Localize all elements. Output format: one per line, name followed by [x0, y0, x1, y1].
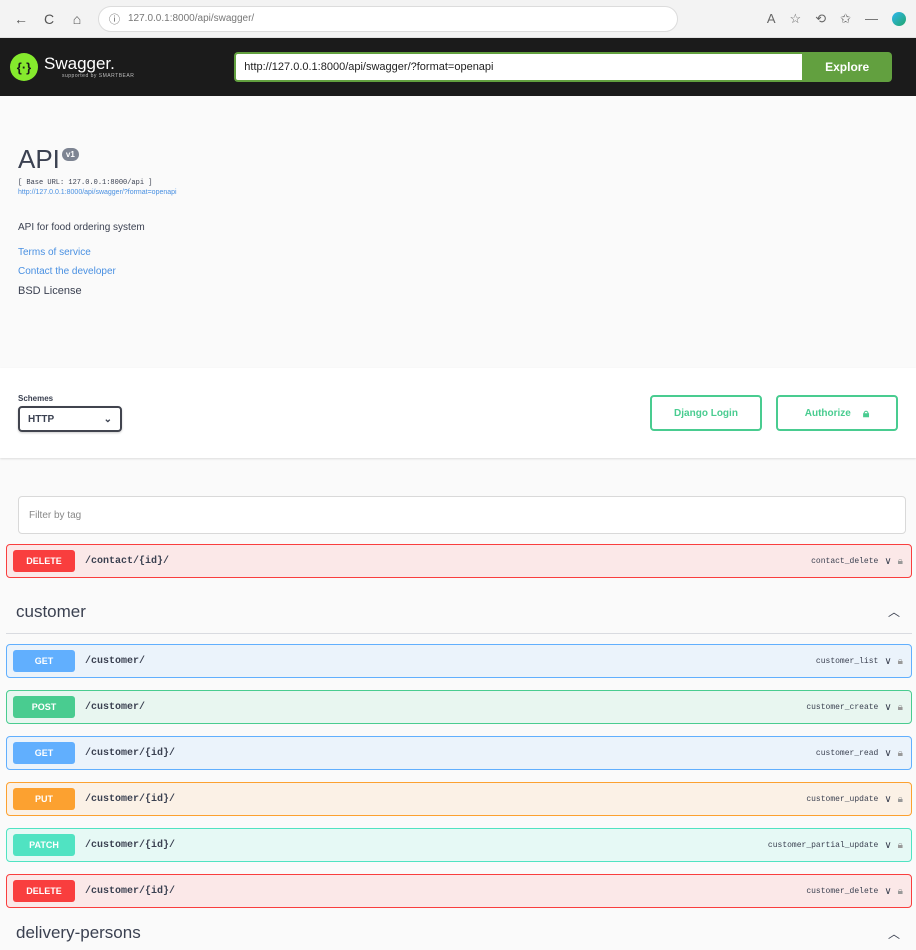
- operation-path: /contact/{id}/: [85, 555, 170, 567]
- api-title-row: API v1: [18, 144, 898, 175]
- browser-actions: A ☆ ⟲ ✩ —: [767, 11, 906, 27]
- operation-row[interactable]: DELETE/customer/{id}/ customer_delete ∨ 🔒︎: [6, 874, 912, 908]
- operation-path: /customer/: [85, 701, 146, 713]
- address-bar[interactable]: ⓘ 127.0.0.1:8000/api/swagger/: [98, 5, 678, 32]
- lock-icon[interactable]: 🔒︎: [898, 656, 903, 667]
- operation-row[interactable]: GET/customer/{id}/ customer_read ∨ 🔒︎: [6, 736, 912, 770]
- read-aloud-icon[interactable]: A: [767, 11, 776, 26]
- favorite-star-icon[interactable]: ☆: [790, 11, 802, 27]
- page-title: API: [18, 144, 60, 174]
- reload-icon[interactable]: C: [38, 8, 60, 30]
- address-text: 127.0.0.1:8000/api/swagger/: [128, 13, 255, 24]
- lock-icon[interactable]: 🔒︎: [898, 794, 903, 805]
- scheme-container: Schemes HTTP ⌄ Django Login Authorize 🔒︎: [0, 368, 916, 458]
- operation-row[interactable]: POST/customer/customer_create ∨ 🔒︎: [6, 690, 912, 724]
- method-badge: GET: [13, 650, 75, 672]
- brand-name: Swagger.: [44, 54, 115, 73]
- operation-summary: customer_list: [815, 656, 879, 666]
- chevron-down-icon[interactable]: ∨: [884, 840, 891, 851]
- brand-subtitle: supported by SMARTBEAR: [62, 73, 135, 79]
- filter-wrap: Filter by tag: [0, 458, 916, 534]
- operation-path: /customer/{id}/: [85, 747, 176, 759]
- authorize-button[interactable]: Authorize 🔒︎: [776, 395, 898, 431]
- chevron-down-icon[interactable]: ∨: [884, 702, 891, 713]
- spec-link[interactable]: http://127.0.0.1:8000/api/swagger/?forma…: [18, 189, 898, 196]
- lock-icon: 🔒︎: [862, 405, 870, 420]
- base-url: [ Base URL: 127.0.0.1:8000/api ]: [18, 179, 153, 187]
- operations-list: DELETE/contact/{id}/ contact_delete ∨ 🔒︎ cus…: [0, 534, 916, 948]
- chevron-up-icon[interactable]: ︿: [888, 603, 900, 620]
- scheme-select[interactable]: HTTP ⌄: [18, 406, 122, 432]
- more-icon[interactable]: —: [865, 11, 878, 26]
- operation-summary: customer_delete: [806, 886, 879, 896]
- operation-row[interactable]: PUT/customer/{id}/ customer_update ∨ 🔒︎: [6, 782, 912, 816]
- tag-header[interactable]: delivery-persons ︿: [6, 918, 912, 948]
- tag-name: delivery-persons: [16, 923, 141, 942]
- operation-summary: customer_create: [806, 702, 879, 712]
- api-info: API v1 [ Base URL: 127.0.0.1:8000/api ] …: [0, 96, 916, 368]
- lock-icon[interactable]: 🔒︎: [898, 556, 903, 567]
- chevron-down-icon[interactable]: ∨: [884, 748, 891, 759]
- tag-header[interactable]: customer ︿: [6, 590, 912, 634]
- schemes-label: Schemes: [18, 394, 54, 403]
- method-badge: PATCH: [13, 834, 75, 856]
- chevron-down-icon[interactable]: ∨: [884, 794, 891, 805]
- method-badge: POST: [13, 696, 75, 718]
- method-badge: PUT: [13, 788, 75, 810]
- back-icon[interactable]: ←: [10, 8, 32, 30]
- chevron-down-icon: ⌄: [103, 413, 112, 425]
- lock-icon[interactable]: 🔒︎: [898, 886, 903, 897]
- version-badge: v1: [61, 148, 79, 161]
- operation-summary: customer_partial_update: [767, 840, 879, 850]
- operation-summary: contact_delete: [811, 556, 879, 566]
- swagger-logo[interactable]: {·} Swagger. supported by SMARTBEAR: [10, 53, 234, 81]
- browser-toolbar: ← C ⌂ ⓘ 127.0.0.1:8000/api/swagger/ A ☆ …: [0, 0, 916, 38]
- operation-path: /customer/{id}/: [85, 839, 176, 851]
- lock-icon[interactable]: 🔒︎: [898, 702, 903, 713]
- chevron-up-icon[interactable]: ︿: [888, 925, 900, 942]
- api-description: API for food ordering system: [18, 222, 145, 233]
- operation-row[interactable]: GET/customer/customer_list ∨ 🔒︎: [6, 644, 912, 678]
- tag-name: customer: [16, 601, 86, 621]
- scheme-selected: HTTP: [28, 413, 55, 425]
- operation-summary: customer_update: [806, 794, 879, 804]
- chevron-down-icon[interactable]: ∨: [884, 886, 891, 897]
- operation-path: /customer/: [85, 655, 146, 667]
- edge-icon[interactable]: [892, 11, 906, 26]
- method-badge: GET: [13, 742, 75, 764]
- schemes: Schemes HTTP ⌄: [18, 394, 122, 432]
- operation-summary: customer_read: [815, 748, 879, 758]
- filter-input[interactable]: Filter by tag: [18, 496, 906, 534]
- explore-button[interactable]: Explore: [802, 52, 892, 82]
- operation-row[interactable]: DELETE/contact/{id}/ contact_delete ∨ 🔒︎: [6, 544, 912, 578]
- home-icon[interactable]: ⌂: [66, 8, 88, 30]
- spec-url-input[interactable]: http://127.0.0.1:8000/api/swagger/?forma…: [234, 52, 803, 82]
- auth-actions: Django Login Authorize 🔒︎: [650, 395, 898, 431]
- operation-path: /customer/{id}/: [85, 885, 176, 897]
- django-login-button[interactable]: Django Login: [650, 395, 762, 431]
- swagger-logo-icon: {·}: [10, 53, 38, 81]
- license-text: BSD License: [18, 285, 82, 297]
- site-info-icon[interactable]: ⓘ: [109, 11, 120, 27]
- chevron-down-icon[interactable]: ∨: [884, 556, 891, 567]
- favorites-icon[interactable]: ✩: [840, 11, 851, 27]
- terms-link[interactable]: Terms of service: [18, 247, 898, 258]
- swagger-topbar: {·} Swagger. supported by SMARTBEAR http…: [0, 38, 916, 96]
- method-badge: DELETE: [13, 550, 75, 572]
- extensions-icon[interactable]: ⟲: [815, 11, 826, 27]
- lock-icon[interactable]: 🔒︎: [898, 748, 903, 759]
- lock-icon[interactable]: 🔒︎: [898, 840, 903, 851]
- contact-link[interactable]: Contact the developer: [18, 266, 898, 277]
- method-badge: DELETE: [13, 880, 75, 902]
- chevron-down-icon[interactable]: ∨: [884, 656, 891, 667]
- authorize-label: Authorize: [804, 407, 851, 419]
- operation-path: /customer/{id}/: [85, 793, 176, 805]
- operation-row[interactable]: PATCH/customer/{id}/ customer_partial_upd…: [6, 828, 912, 862]
